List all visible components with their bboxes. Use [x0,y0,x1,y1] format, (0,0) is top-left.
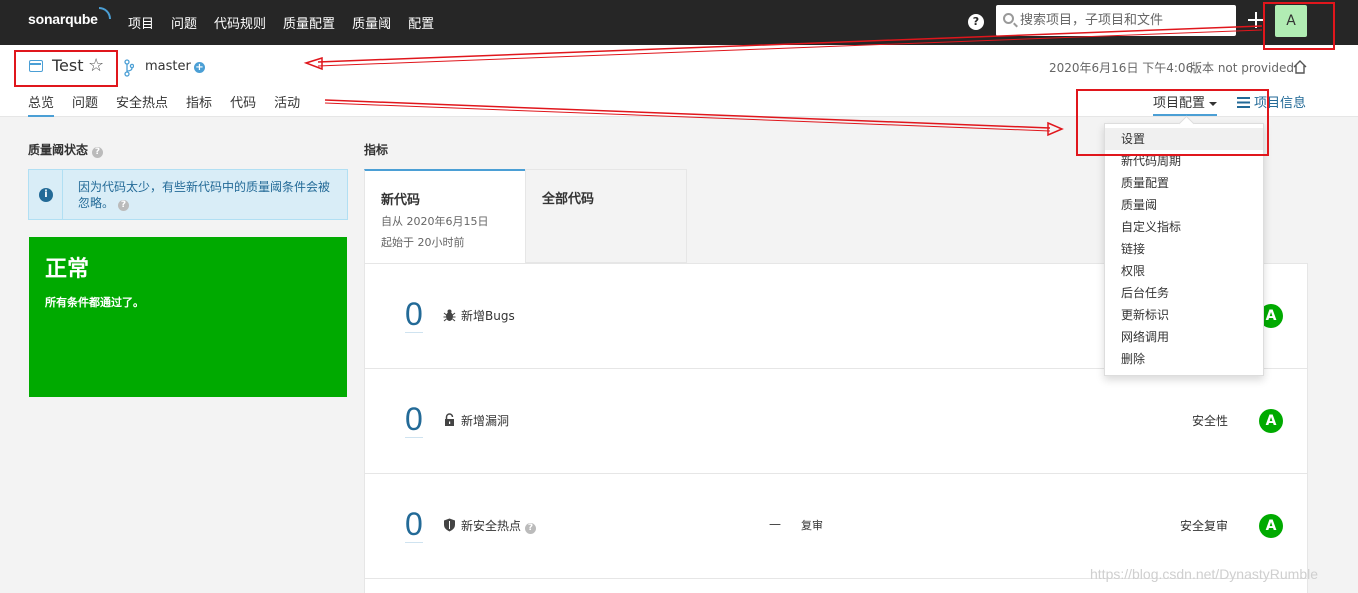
annotation-arrows [303,25,1263,137]
watermark: https://blog.csdn.net/DynastyRumble [1090,566,1319,582]
